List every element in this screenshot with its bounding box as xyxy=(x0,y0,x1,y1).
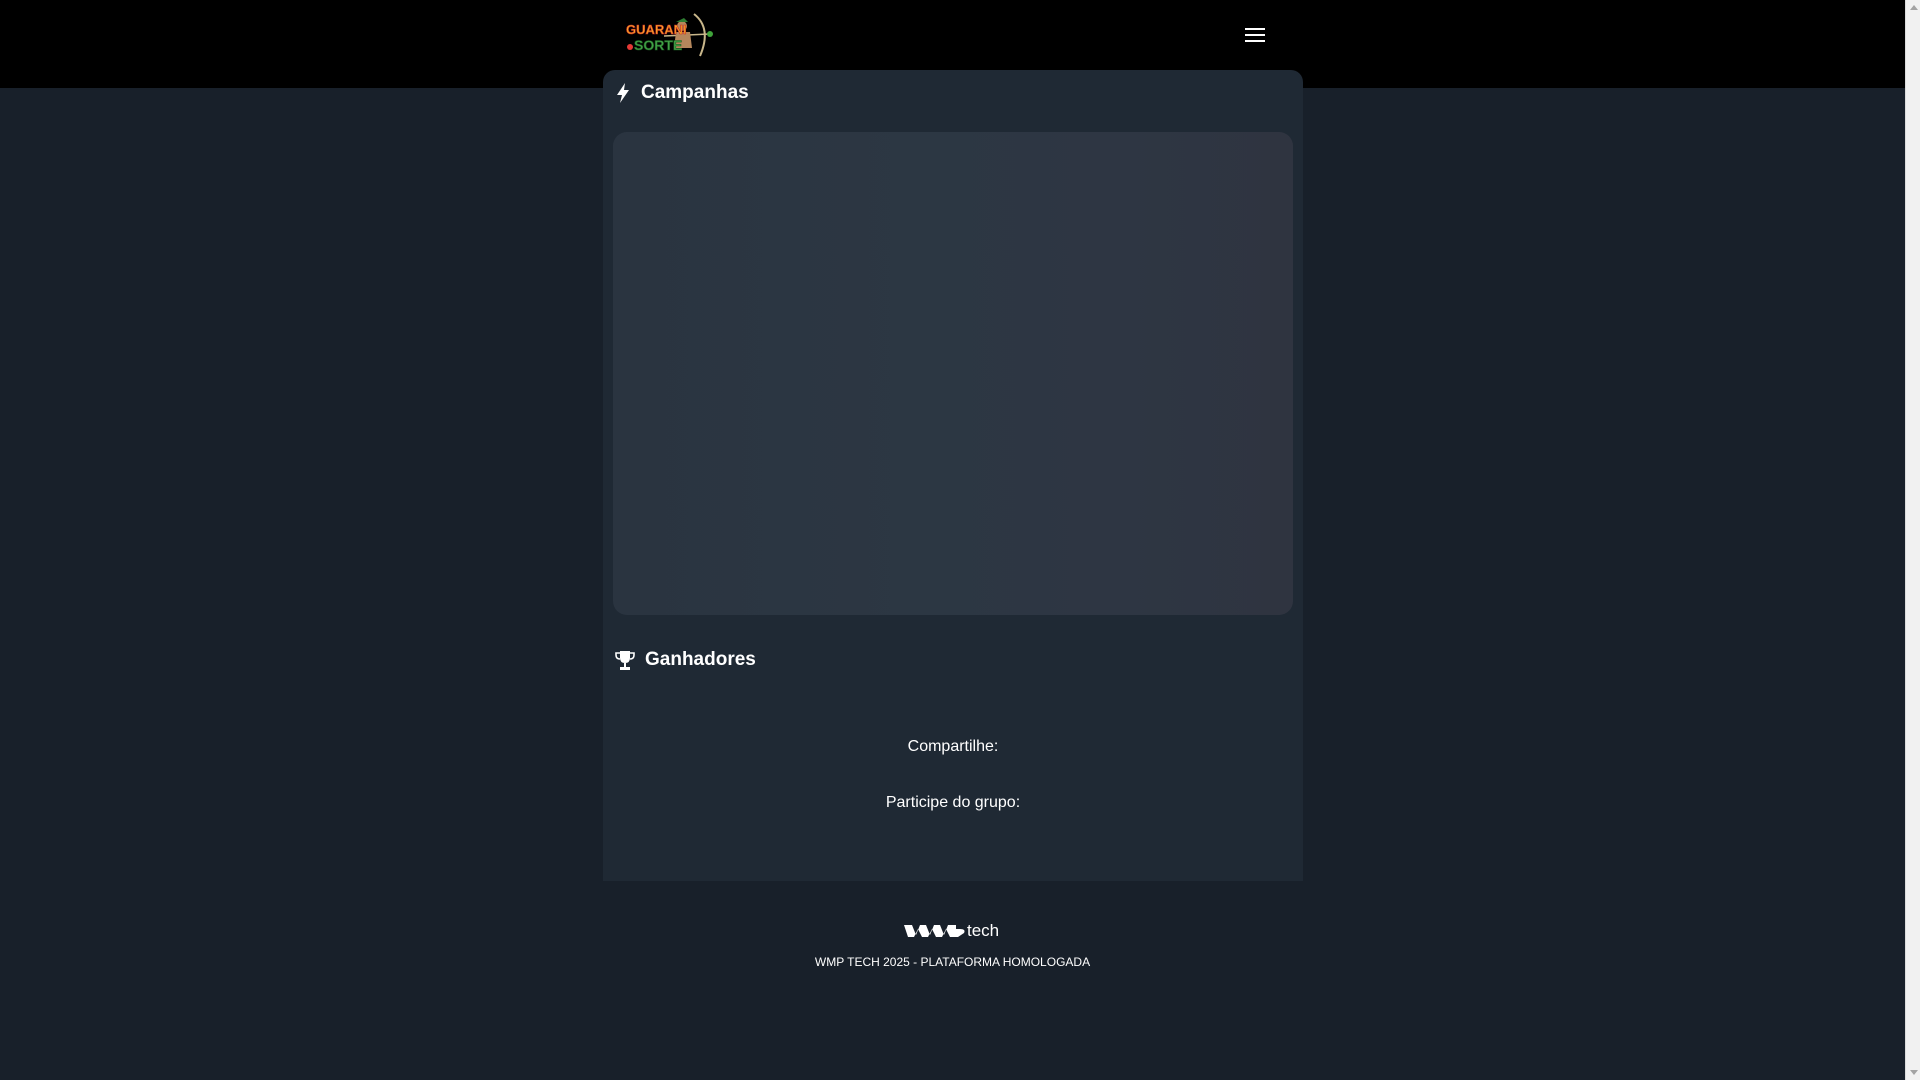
svg-text:SORTE: SORTE xyxy=(634,37,682,53)
archer-logo-icon: GUARANI SORTE xyxy=(626,13,713,57)
share-label: Compartilhe: xyxy=(907,738,999,755)
campanhas-header: Campanhas xyxy=(615,82,749,104)
scroll-up-arrow-icon[interactable] xyxy=(1906,0,1920,15)
ganhadores-header: Ganhadores xyxy=(615,649,756,671)
wmp-tech-logo[interactable]: tech xyxy=(904,921,1002,941)
trophy-icon xyxy=(615,651,635,670)
footer-brand-suffix: tech xyxy=(967,921,1000,940)
ganhadores-title: Ganhadores xyxy=(645,649,756,670)
group-label: Participe do grupo: xyxy=(885,794,1021,811)
site-logo[interactable]: GUARANI SORTE xyxy=(624,12,716,58)
campanhas-title: Campanhas xyxy=(641,82,749,103)
hamburger-menu-icon xyxy=(1245,28,1265,42)
lightning-bolt-icon xyxy=(617,83,629,103)
main-content-panel: Campanhas Ganhadores Compartilhe: Partic… xyxy=(603,70,1303,881)
campaign-card-placeholder[interactable] xyxy=(613,132,1293,615)
svg-text:GUARANI: GUARANI xyxy=(626,22,687,37)
menu-button[interactable] xyxy=(1238,18,1272,52)
scroll-down-arrow-icon[interactable] xyxy=(1906,1065,1920,1080)
wmp-logo-mark-icon xyxy=(904,923,966,939)
footer-copyright: WMP TECH 2025 - PLATAFORMA HOMOLOGADA xyxy=(814,955,1091,969)
vertical-scrollbar[interactable] xyxy=(1905,0,1920,1080)
